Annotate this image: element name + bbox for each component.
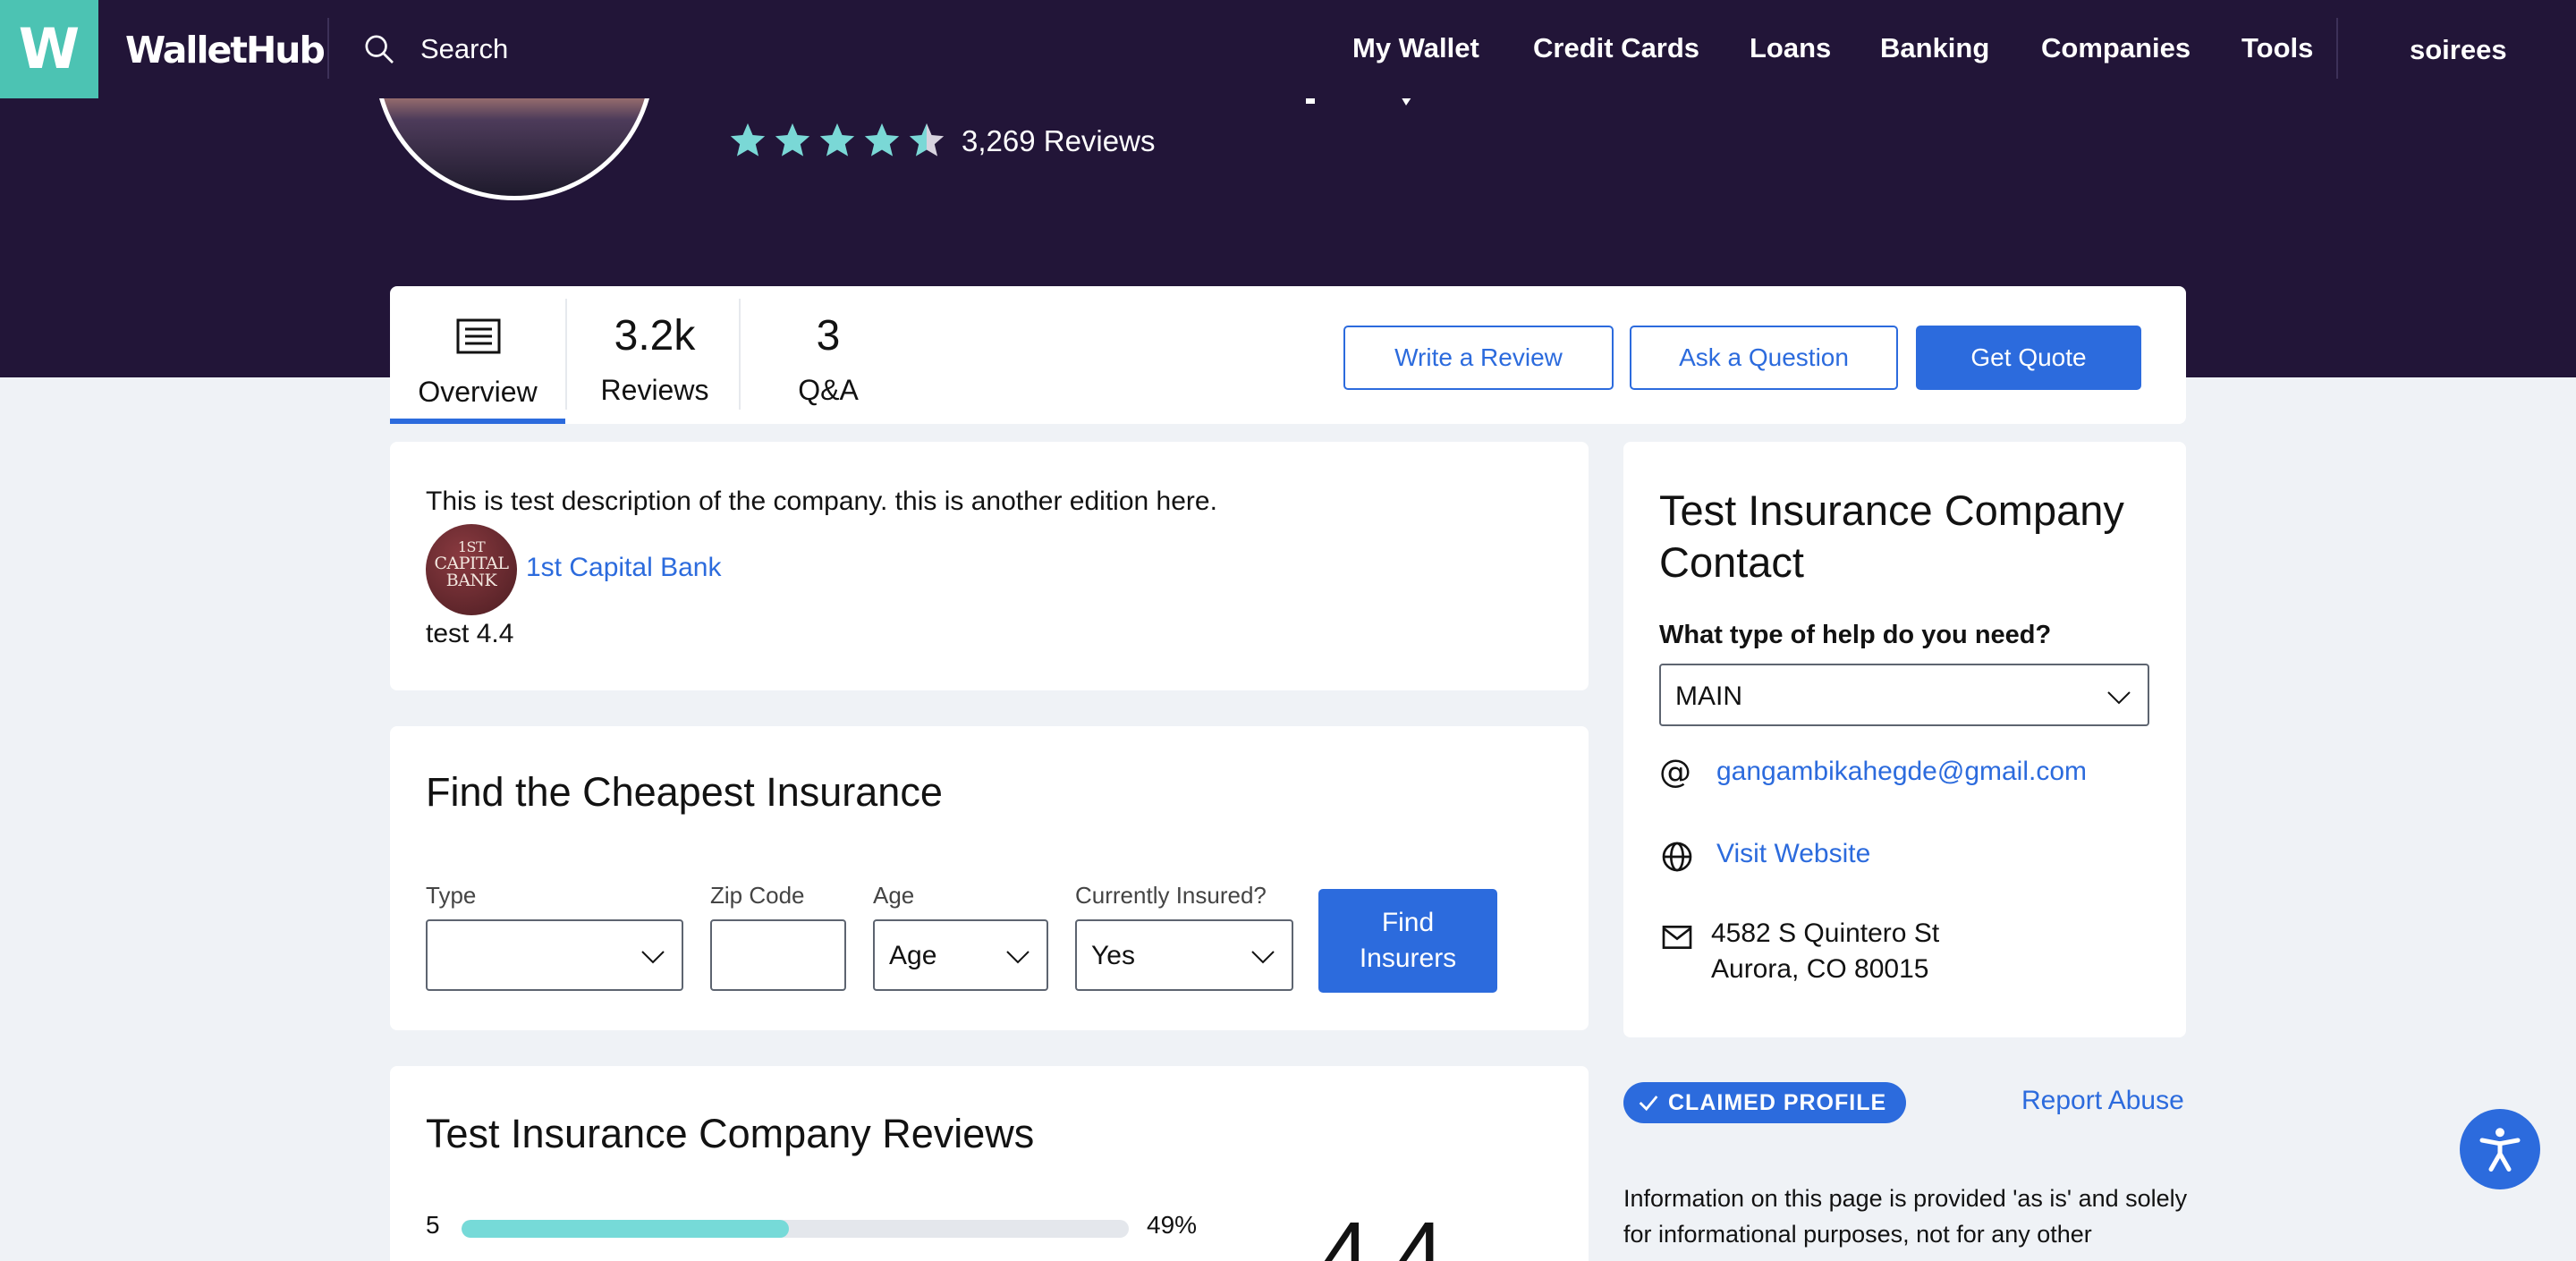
star-half-icon	[909, 123, 945, 157]
address-line1: 4582 S Quintero St	[1711, 918, 1940, 948]
email-link[interactable]: gangambikahegde@gmail.com	[1716, 757, 2087, 787]
at-icon: @	[1659, 754, 1691, 791]
nav-loans[interactable]: Loans	[1750, 32, 1831, 64]
help-type-label: What type of help do you need?	[1659, 621, 2052, 649]
find-insurance-title: Find the Cheapest Insurance	[426, 769, 943, 815]
nav-divider	[327, 18, 329, 79]
tab-overview-label: Overview	[418, 376, 538, 408]
star-icon	[775, 123, 810, 157]
rating-bar-percent: 49%	[1147, 1211, 1198, 1239]
type-label: Type	[426, 882, 477, 909]
chevron-down-icon	[641, 951, 665, 964]
help-type-value: MAIN	[1675, 681, 1742, 711]
ask-question-button[interactable]: Ask a Question	[1630, 326, 1898, 390]
reviews-title: Test Insurance Company Reviews	[426, 1111, 1035, 1156]
tab-reviews-count: 3.2k	[614, 312, 696, 360]
get-quote-button[interactable]: Get Quote	[1916, 326, 2141, 390]
chevron-down-icon	[1251, 951, 1275, 964]
insured-select-value: Yes	[1091, 941, 1135, 970]
report-abuse-link[interactable]: Report Abuse	[2021, 1086, 2184, 1116]
find-insurers-button[interactable]: Find Insurers	[1318, 889, 1497, 993]
contact-title: Test Insurance Company Contact	[1659, 487, 2124, 586]
search-bar[interactable]: Search	[361, 27, 508, 72]
tab-qa-count: 3	[816, 312, 841, 360]
zip-label: Zip Code	[710, 882, 805, 909]
age-label: Age	[873, 882, 915, 909]
currently-insured-select[interactable]: Yes	[1075, 919, 1293, 991]
document-icon	[456, 318, 501, 354]
rating-bar-track	[462, 1220, 1129, 1238]
search-input[interactable]: Search	[420, 33, 508, 65]
test-rating-text: test 4.4	[426, 619, 514, 648]
rating-bar-label: 5	[426, 1211, 440, 1239]
profile-tabs: Overview 3.2k Reviews 3 Q&A Write a Revi…	[390, 286, 2186, 424]
website-row: Visit Website	[1659, 839, 1870, 875]
top-navigation: W WalletHub Search My Wallet Credit Card…	[0, 0, 2576, 98]
address: 4582 S Quintero St Aurora, CO 80015	[1711, 916, 1939, 987]
rating-bar-row[interactable]: 5 49%	[426, 1211, 1198, 1247]
address-line2: Aurora, CO 80015	[1711, 954, 1929, 984]
bank-logo[interactable]: 1ST CAPITAL BANK	[426, 524, 517, 615]
rating-bar-fill	[462, 1220, 789, 1238]
accessibility-icon	[2479, 1128, 2521, 1172]
user-menu[interactable]: soirees	[2410, 34, 2507, 66]
claimed-profile-badge: CLAIMED PROFILE	[1623, 1082, 1907, 1123]
nav-banking[interactable]: Banking	[1880, 32, 1989, 64]
tab-reviews-label: Reviews	[600, 374, 709, 406]
tab-qa-label: Q&A	[798, 374, 859, 406]
zip-code-input[interactable]	[710, 919, 846, 991]
address-row: 4582 S Quintero St Aurora, CO 80015	[1659, 916, 1939, 987]
bank-link[interactable]: 1st Capital Bank	[526, 553, 721, 583]
description-card: This is test description of the company.…	[390, 442, 1589, 690]
company-description: This is test description of the company.…	[426, 487, 1217, 516]
mail-icon	[1662, 926, 1692, 949]
type-select[interactable]	[426, 919, 683, 991]
hero-reviews-count[interactable]: 3,269 Reviews	[962, 124, 1155, 158]
insured-label: Currently Insured?	[1075, 882, 1267, 909]
find-insurance-card: Find the Cheapest Insurance Type Zip Cod…	[390, 726, 1589, 1030]
tab-overview[interactable]: Overview	[390, 286, 565, 424]
nav-tools[interactable]: Tools	[2241, 32, 2313, 64]
search-icon	[365, 35, 394, 63]
accessibility-button[interactable]	[2460, 1109, 2540, 1189]
visit-website-link[interactable]: Visit Website	[1716, 839, 1870, 869]
tab-qa[interactable]: 3 Q&A	[741, 286, 916, 424]
help-type-select[interactable]: MAIN	[1659, 664, 2149, 726]
star-icon	[819, 123, 855, 157]
claimed-profile-label: CLAIMED PROFILE	[1668, 1089, 1887, 1115]
write-review-button[interactable]: Write a Review	[1343, 326, 1614, 390]
checkmark-icon	[1639, 1096, 1658, 1112]
tab-reviews[interactable]: 3.2k Reviews	[567, 286, 742, 424]
chevron-down-icon	[1006, 951, 1030, 964]
star-icon	[730, 123, 766, 157]
star-rating	[727, 120, 951, 161]
brand-name[interactable]: WalletHub	[125, 29, 326, 72]
star-icon	[864, 123, 900, 157]
nav-credit-cards[interactable]: Credit Cards	[1533, 32, 1699, 64]
reviews-card: Test Insurance Company Reviews 5 49% 4.4	[390, 1066, 1589, 1261]
nav-divider	[2336, 18, 2338, 79]
chevron-down-icon	[2107, 691, 2131, 705]
nav-my-wallet[interactable]: My Wallet	[1352, 32, 1479, 64]
age-select[interactable]: Age	[873, 919, 1048, 991]
find-insurers-label: Find Insurers	[1359, 908, 1457, 973]
age-select-value: Age	[889, 941, 937, 970]
contact-card: Test Insurance Company Contact What type…	[1623, 442, 2186, 1037]
globe-icon	[1662, 842, 1692, 872]
overall-rating: 4.4	[1320, 1204, 1445, 1261]
wallethub-logo[interactable]: W	[0, 0, 98, 98]
disclaimer-text: Information on this page is provided 'as…	[1623, 1185, 2188, 1248]
email-row: @ gangambikahegde@gmail.com	[1659, 757, 2087, 792]
nav-companies[interactable]: Companies	[2041, 32, 2190, 64]
